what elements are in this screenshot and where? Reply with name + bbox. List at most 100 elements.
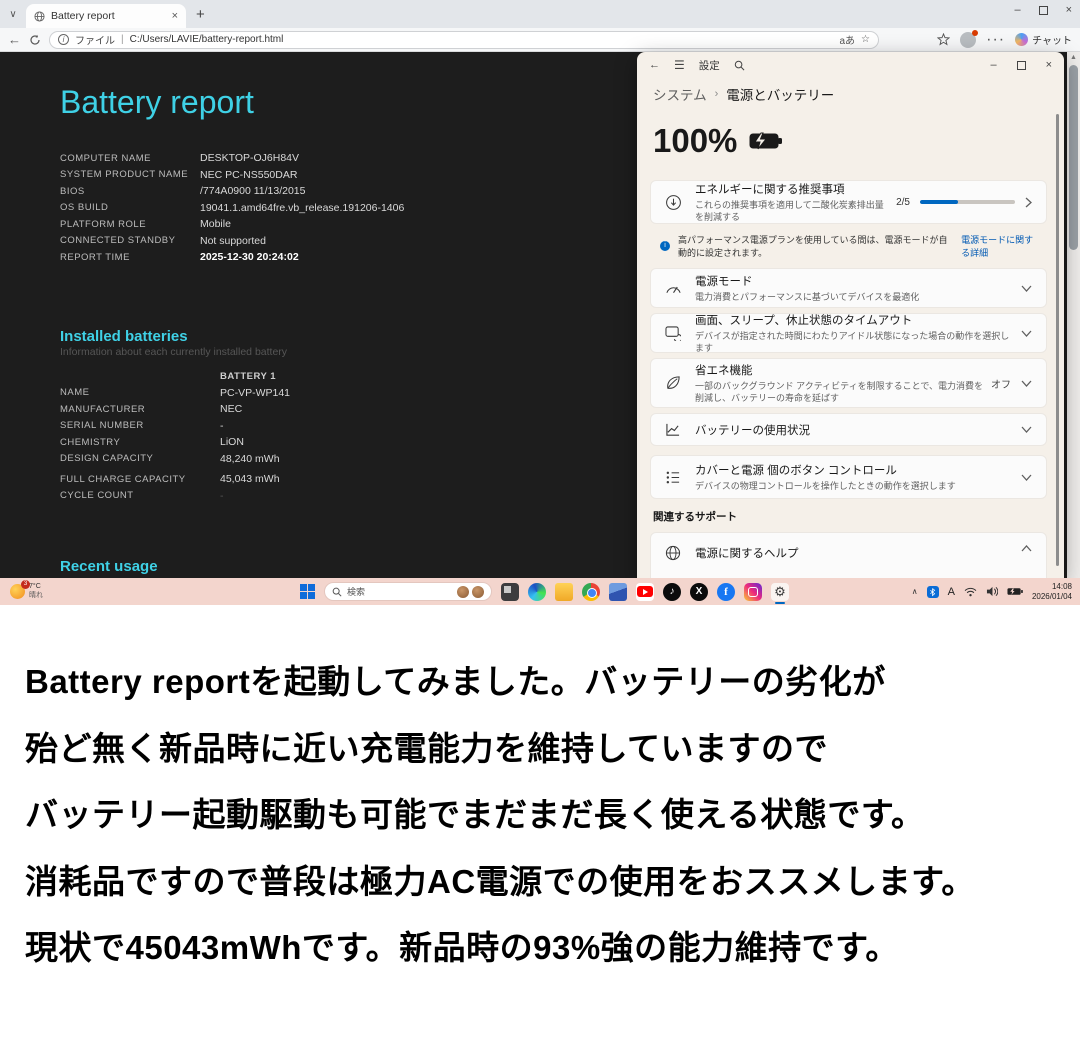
- settings-scrollbar-thumb[interactable]: [1056, 114, 1059, 566]
- taskbar-file-explorer-icon[interactable]: [555, 583, 573, 601]
- card-title: 電源に関するヘルプ: [695, 545, 1013, 561]
- taskbar-search[interactable]: 検索: [324, 582, 492, 601]
- notification-badge: 3: [21, 580, 30, 589]
- start-button[interactable]: [300, 584, 315, 599]
- power-mode-details-link[interactable]: 電源モードに関する詳細: [961, 233, 1037, 259]
- copilot-icon: [1015, 33, 1028, 46]
- new-tab-button[interactable]: +: [196, 6, 205, 23]
- caption-line: バッテリー起動駆動も可能でまだまだ長く使える状態です。: [25, 782, 1060, 849]
- browser-close-button[interactable]: ×: [1066, 4, 1072, 16]
- tab-search-chevron-icon[interactable]: ∨: [0, 9, 26, 20]
- address-separator: |: [121, 34, 124, 45]
- taskbar-chrome-icon[interactable]: [582, 583, 600, 601]
- chevron-up-icon[interactable]: [1021, 545, 1032, 552]
- refresh-icon[interactable]: [29, 34, 41, 46]
- chart-line-icon: [665, 423, 695, 437]
- table-row: NAMEPC-VP-WP141: [60, 385, 290, 402]
- collections-icon[interactable]: [937, 33, 950, 46]
- settings-app-title: 設定: [699, 58, 720, 73]
- card-title: 省エネ機能: [695, 362, 983, 378]
- energy-recommendations-card[interactable]: エネルギーに関する推奨事項 これらの推奨事項を適用して二酸化炭素排出量を削減する…: [650, 180, 1047, 224]
- chevron-down-icon[interactable]: [1021, 474, 1032, 481]
- table-row: BATTERY 1: [60, 368, 290, 385]
- settings-window: ← ☰ 設定 – × システム › 電源とバッテリー 100%: [637, 52, 1064, 578]
- recent-usage-heading: Recent usage: [60, 558, 158, 575]
- weather-condition: 晴れ: [29, 592, 43, 600]
- profile-avatar[interactable]: [960, 32, 976, 48]
- back-icon[interactable]: ←: [8, 32, 21, 47]
- battery-tray-icon[interactable]: [1007, 587, 1023, 596]
- browser-restore-button[interactable]: [1039, 6, 1048, 15]
- table-row: COMPUTER NAMEDESKTOP-OJ6H84V: [60, 150, 404, 167]
- taskbar-tiktok-icon[interactable]: ♪: [663, 583, 681, 601]
- browser-minimize-button[interactable]: –: [1014, 4, 1020, 16]
- card-title: 電源モード: [695, 273, 1013, 289]
- leaf-icon: [665, 375, 695, 391]
- chevron-down-icon[interactable]: [1021, 330, 1032, 337]
- table-row: CHEMISTRYLiON: [60, 434, 290, 451]
- address-url[interactable]: C:/Users/LAVIE/battery-report.html: [130, 34, 834, 45]
- card-subtitle: デバイスの物理コントロールを操作したときの動作を選択します: [695, 480, 1013, 492]
- settings-maximize-button[interactable]: [1017, 61, 1026, 70]
- settings-close-button[interactable]: ×: [1046, 59, 1052, 71]
- chevron-right-icon: ›: [715, 88, 719, 100]
- page-info-icon[interactable]: i: [58, 34, 69, 45]
- power-mode-card[interactable]: 電源モード 電力消費とパフォーマンスに基づいてデバイスを最適化: [650, 268, 1047, 308]
- translate-icon[interactable]: aあ: [839, 32, 855, 47]
- tab-title: Battery report: [51, 10, 166, 22]
- caption-line: 殆ど無く新品時に近い充電能力を維持していますので: [25, 716, 1060, 783]
- page-scrollbar-thumb[interactable]: [1069, 65, 1078, 250]
- chevron-down-icon[interactable]: [1021, 380, 1032, 387]
- chevron-down-icon[interactable]: [1021, 285, 1032, 292]
- taskbar-settings-icon[interactable]: ⚙: [771, 583, 789, 601]
- tray-chevron-up-icon[interactable]: ∧: [912, 587, 918, 596]
- battery-usage-card[interactable]: バッテリーの使用状況: [650, 413, 1047, 446]
- taskbar-x-icon[interactable]: X: [690, 583, 708, 601]
- taskbar-app-dark-tile[interactable]: [501, 583, 519, 601]
- recommendations-fraction: 2/5: [896, 197, 910, 208]
- bluetooth-icon[interactable]: [927, 586, 939, 598]
- screen-sleep-timeout-card[interactable]: 画面、スリープ、休止状態のタイムアウト デバイスが指定された時間にわたりアイドル…: [650, 313, 1047, 353]
- energy-saver-card[interactable]: 省エネ機能 一部のバックグラウンド アクティビティを制限することで、電力消費を削…: [650, 358, 1047, 408]
- settings-menu-icon[interactable]: ☰: [674, 58, 685, 72]
- browser-tab[interactable]: Battery report ×: [26, 4, 186, 28]
- clock-date: 2026/01/04: [1032, 592, 1072, 602]
- address-bar[interactable]: i ファイル | C:/Users/LAVIE/battery-report.h…: [49, 31, 879, 49]
- search-highlight-image: [472, 586, 484, 598]
- info-icon: i: [660, 241, 670, 251]
- settings-back-icon[interactable]: ←: [649, 59, 660, 71]
- taskbar-clock[interactable]: 14:08 2026/01/04: [1032, 582, 1072, 602]
- volume-icon[interactable]: [986, 586, 998, 597]
- taskbar-instagram-icon[interactable]: [744, 583, 762, 601]
- installed-batteries-heading: Installed batteries: [60, 328, 188, 345]
- scroll-up-icon[interactable]: ▲: [1067, 52, 1080, 64]
- search-highlight-image: [457, 586, 469, 598]
- page-scrollbar[interactable]: ▲: [1067, 52, 1080, 578]
- wifi-icon[interactable]: [964, 587, 977, 597]
- favorite-star-icon[interactable]: ☆: [861, 34, 870, 45]
- battery-status-row: 100%: [637, 104, 1064, 160]
- settings-minimize-button[interactable]: –: [990, 59, 996, 71]
- table-row: FULL CHARGE CAPACITY45,043 mWh: [60, 471, 290, 488]
- more-menu-icon[interactable]: ···: [986, 31, 1005, 49]
- battery-charging-icon: [749, 131, 783, 151]
- weather-widget[interactable]: 3 7°C 晴れ: [10, 583, 43, 600]
- tab-close-icon[interactable]: ×: [172, 10, 178, 22]
- chevron-down-icon[interactable]: [1021, 426, 1032, 433]
- breadcrumb-system[interactable]: システム: [653, 84, 707, 104]
- power-help-card[interactable]: 電源に関するヘルプ: [650, 532, 1047, 584]
- settings-search-icon[interactable]: [734, 60, 745, 71]
- copilot-chat-button[interactable]: チャット: [1015, 32, 1072, 47]
- screen-moon-icon: [665, 326, 695, 341]
- ime-indicator[interactable]: A: [948, 586, 955, 598]
- related-support-label: 関連するサポート: [653, 509, 1047, 524]
- lid-power-buttons-card[interactable]: カバーと電源 個のボタン コントロール デバイスの物理コントロールを操作したとき…: [650, 455, 1047, 499]
- taskbar-blue-box-app-icon[interactable]: [609, 583, 627, 601]
- taskbar-edge-icon[interactable]: [528, 583, 546, 601]
- table-row: SERIAL NUMBER-: [60, 418, 290, 435]
- taskbar-facebook-icon[interactable]: f: [717, 583, 735, 601]
- browser-tab-bar: ∨ Battery report × + – ×: [0, 0, 1080, 28]
- taskbar-youtube-icon[interactable]: [636, 583, 654, 601]
- card-title: バッテリーの使用状況: [695, 422, 1013, 438]
- table-row: DESIGN CAPACITY48,240 mWh: [60, 451, 290, 468]
